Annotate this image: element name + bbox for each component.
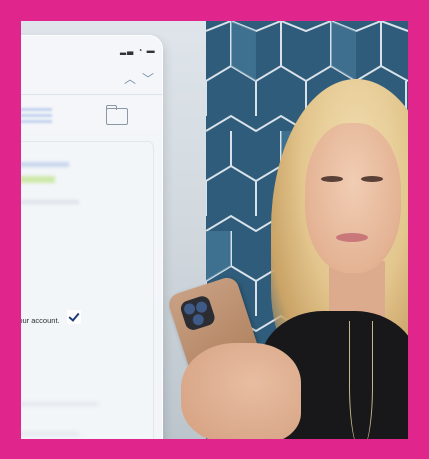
necklace [349,321,373,439]
email-card: ify your account. [21,141,154,439]
checkmark-icon [67,310,81,324]
divider [21,94,162,95]
camera-lens [194,300,209,315]
blurred-text-line [21,162,69,167]
lips [336,233,368,242]
status-bar-icons: ▂▃ ◔ ▬ [120,46,156,55]
blurred-text-line [21,200,79,204]
blurred-link-text [21,108,52,126]
photo: ▂▃ ◔ ▬ ︿ ﹀ ify your account. [21,21,408,439]
blurred-text-line [21,432,79,436]
pink-border-frame: ▂▃ ◔ ▬ ︿ ﹀ ify your account. [0,0,429,459]
blurred-text-line [21,402,99,406]
woman-hand [181,343,301,439]
phone-ui-mockup: ▂▃ ◔ ▬ ︿ ﹀ ify your account. [21,35,163,439]
blurred-highlight-line [21,176,55,183]
left-eye [321,176,343,182]
chevron-down-icon: ﹀ [142,72,155,86]
folder-icon [106,108,128,125]
verify-account-text: ify your account. [21,316,60,325]
woman-face [305,123,401,273]
camera-lens [182,302,197,316]
camera-lens [191,312,206,327]
right-eye [361,176,383,182]
chevron-up-icon: ︿ [124,72,137,86]
camera-module [178,294,217,333]
